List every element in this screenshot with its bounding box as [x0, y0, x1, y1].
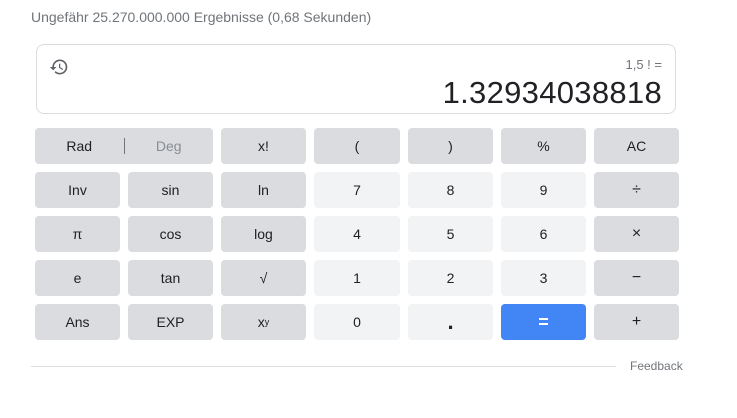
equals-button[interactable]: =: [501, 304, 586, 340]
ans-button[interactable]: Ans: [35, 304, 120, 340]
history-icon[interactable]: [49, 57, 69, 77]
deg-button[interactable]: Deg: [125, 138, 214, 154]
digit-6-button[interactable]: 6: [501, 216, 586, 252]
decimal-point-button[interactable]: .: [408, 304, 493, 340]
digit-4-button[interactable]: 4: [314, 216, 400, 252]
all-clear-button[interactable]: AC: [594, 128, 679, 164]
log-button[interactable]: log: [221, 216, 306, 252]
results-stats: Ungefähr 25.270.000.000 Ergebnisse (0,68…: [31, 9, 372, 25]
expression-readout: 1,5 ! =: [625, 57, 663, 72]
result-readout: 1.32934038818: [442, 75, 662, 110]
digit-0-button[interactable]: 0: [314, 304, 400, 340]
plus-button[interactable]: +: [594, 304, 679, 340]
power-base-label: x: [257, 314, 265, 330]
open-paren-button[interactable]: (: [314, 128, 400, 164]
divide-button[interactable]: ÷: [594, 172, 679, 208]
calculator-keypad: Rad Deg x! ( ) % AC Inv sin ln 7 8 9 ÷ π…: [35, 128, 679, 340]
digit-1-button[interactable]: 1: [314, 260, 400, 296]
digit-3-button[interactable]: 3: [501, 260, 586, 296]
pi-button[interactable]: π: [35, 216, 120, 252]
tan-button[interactable]: tan: [128, 260, 213, 296]
digit-7-button[interactable]: 7: [314, 172, 400, 208]
calculator-display: 1,5 ! = 1.32934038818: [36, 44, 676, 114]
ln-button[interactable]: ln: [221, 172, 306, 208]
feedback-link[interactable]: Feedback: [630, 359, 683, 373]
power-button[interactable]: xy: [221, 304, 306, 340]
factorial-button[interactable]: x!: [221, 128, 306, 164]
inverse-button[interactable]: Inv: [35, 172, 120, 208]
cos-button[interactable]: cos: [128, 216, 213, 252]
minus-button[interactable]: −: [594, 260, 679, 296]
rad-button[interactable]: Rad: [35, 138, 124, 154]
sqrt-button[interactable]: √: [221, 260, 306, 296]
digit-8-button[interactable]: 8: [408, 172, 493, 208]
footer-divider: [31, 366, 616, 367]
digit-9-button[interactable]: 9: [501, 172, 586, 208]
digit-5-button[interactable]: 5: [408, 216, 493, 252]
digit-2-button[interactable]: 2: [408, 260, 493, 296]
close-paren-button[interactable]: ): [408, 128, 493, 164]
euler-button[interactable]: e: [35, 260, 120, 296]
percent-button[interactable]: %: [501, 128, 586, 164]
sin-button[interactable]: sin: [128, 172, 213, 208]
exp-button[interactable]: EXP: [128, 304, 213, 340]
multiply-button[interactable]: ×: [594, 216, 679, 252]
rad-deg-toggle[interactable]: Rad Deg: [35, 128, 213, 164]
